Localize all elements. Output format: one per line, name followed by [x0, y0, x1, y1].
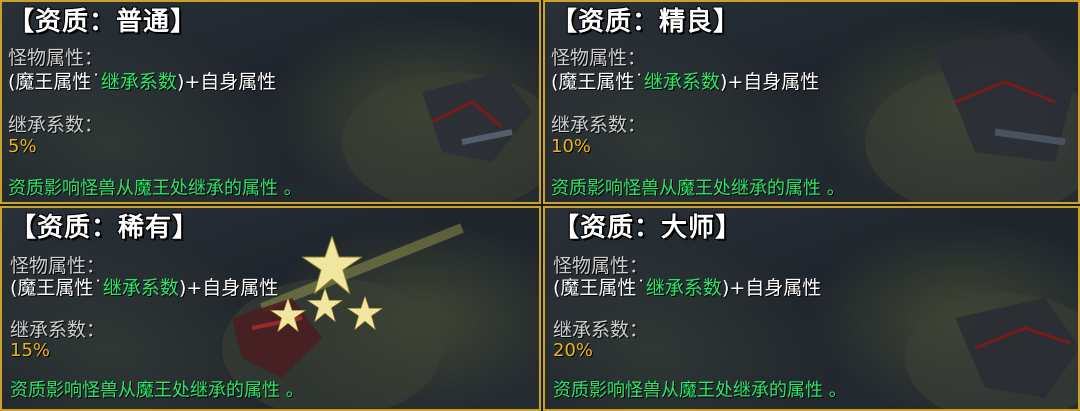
formula-close: )+自身属性 — [176, 71, 277, 93]
quality-description: 资质影响怪兽从魔王处继承的属性 。 — [553, 380, 847, 401]
monster-attribute-label: 怪物属性： — [10, 255, 106, 277]
formula-close: )+自身属性 — [719, 71, 820, 93]
formula-close: )+自身属性 — [721, 277, 822, 299]
formula-dot: ˙ — [93, 277, 103, 299]
formula-open: (魔王属性 — [553, 277, 637, 299]
panel-title: 【资质：精良】 — [551, 7, 741, 37]
inherit-coefficient-term: 继承系数 — [102, 277, 179, 299]
star-icon — [307, 288, 343, 322]
quality-panel-rare: 【资质：稀有】 怪物属性： (魔王属性˙继承系数)+自身属性 继承系数： 15%… — [0, 206, 541, 411]
inherit-coefficient-term: 继承系数 — [100, 71, 177, 93]
monster-attribute-label: 怪物属性： — [551, 47, 647, 69]
quality-description: 资质影响怪兽从魔王处继承的属性 。 — [8, 178, 302, 199]
quality-panel-master: 【资质：大师】 怪物属性： (魔王属性˙继承系数)+自身属性 继承系数： 20%… — [543, 206, 1080, 411]
quality-panel-fine: 【资质：精良】 怪物属性： (魔王属性˙继承系数)+自身属性 继承系数： 10%… — [543, 0, 1080, 204]
monster-attribute-label: 怪物属性： — [8, 47, 104, 69]
quality-panel-common: 【资质：普通】 怪物属性： (魔王属性˙继承系数)+自身属性 继承系数： 5% … — [0, 0, 541, 204]
inherit-coefficient-label: 继承系数： — [8, 114, 104, 136]
panel-title: 【资质：普通】 — [8, 7, 198, 37]
creature-backdrop — [875, 248, 1078, 409]
inherit-coefficient-term: 继承系数 — [645, 277, 722, 299]
inherit-coefficient-label: 继承系数： — [551, 114, 647, 136]
formula-close: )+自身属性 — [178, 277, 279, 299]
inherit-coefficient-label: 继承系数： — [553, 319, 649, 341]
panel-title: 【资质：稀有】 — [10, 213, 200, 243]
inherit-coefficient-term: 继承系数 — [643, 71, 720, 93]
attribute-formula: (魔王属性˙继承系数)+自身属性 — [551, 70, 819, 94]
star-icon — [302, 236, 362, 294]
creature-backdrop — [302, 32, 539, 202]
formula-dot: ˙ — [91, 71, 101, 93]
inherit-coefficient-label: 继承系数： — [10, 319, 106, 341]
formula-dot: ˙ — [634, 71, 644, 93]
inherit-coefficient-value: 5% — [8, 136, 37, 157]
quality-description: 资质影响怪兽从魔王处继承的属性 。 — [10, 380, 304, 401]
monster-attribute-label: 怪物属性： — [553, 255, 649, 277]
attribute-formula: (魔王属性˙继承系数)+自身属性 — [8, 70, 276, 94]
creature-backdrop — [845, 12, 1078, 202]
quality-comparison-grid: 【资质：普通】 怪物属性： (魔王属性˙继承系数)+自身属性 继承系数： 5% … — [0, 0, 1080, 411]
formula-open: (魔王属性 — [8, 71, 92, 93]
inherit-coefficient-value: 10% — [551, 136, 592, 157]
attribute-formula: (魔王属性˙继承系数)+自身属性 — [553, 276, 821, 300]
formula-dot: ˙ — [636, 277, 646, 299]
inherit-coefficient-value: 20% — [553, 340, 594, 361]
attribute-formula: (魔王属性˙继承系数)+自身属性 — [10, 276, 278, 300]
formula-open: (魔王属性 — [10, 277, 94, 299]
formula-open: (魔王属性 — [551, 71, 635, 93]
panel-title: 【资质：大师】 — [553, 213, 743, 243]
quality-description: 资质影响怪兽从魔王处继承的属性 。 — [551, 178, 845, 199]
star-icon — [347, 296, 383, 330]
star-icon — [270, 298, 306, 332]
inherit-coefficient-value: 15% — [10, 340, 51, 361]
